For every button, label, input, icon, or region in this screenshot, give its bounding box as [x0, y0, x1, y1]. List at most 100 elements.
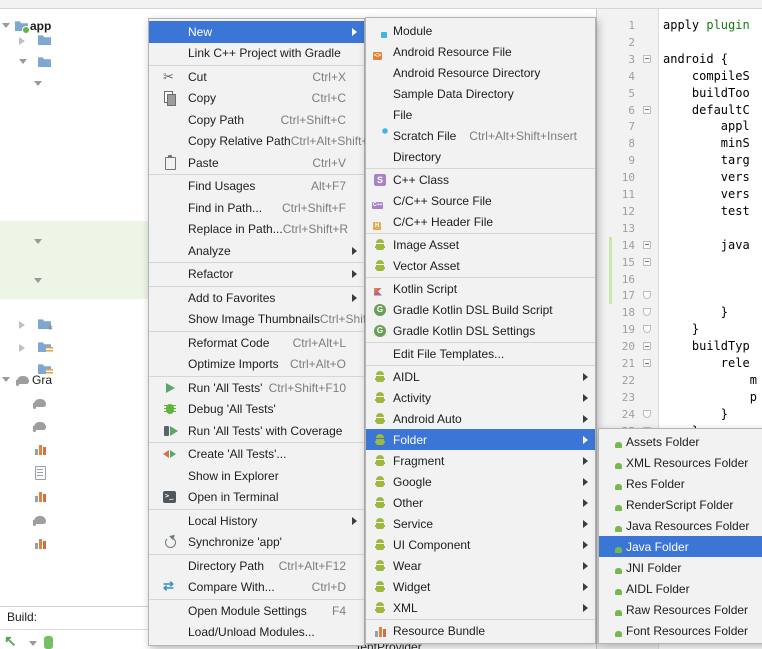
menu-item-renderscript-folder[interactable]: RenderScript Folder — [599, 494, 762, 515]
menu-item-edit-file-templates[interactable]: Edit File Templates... — [366, 343, 595, 364]
menu-item-resource-bundle[interactable]: Resource Bundle — [366, 620, 595, 641]
menu-item-aidl-folder[interactable]: AIDL Folder — [599, 578, 762, 599]
menu-item-java-folder[interactable]: Java Folder — [599, 536, 762, 557]
menu-item-c-c-source-file[interactable]: C/C++ Source File — [366, 190, 595, 211]
menu-item-open-in-terminal[interactable]: Open in Terminal — [149, 487, 364, 509]
code-text: rele — [663, 356, 750, 370]
menu-item-link-c-project-with-gradle[interactable]: Link C++ Project with Gradle — [149, 43, 364, 65]
menu-item-copy-relative-path[interactable]: Copy Relative PathCtrl+Alt+Shift+C — [149, 131, 364, 153]
menu-item-new[interactable]: New — [149, 21, 364, 43]
tree-expander-icon[interactable] — [19, 37, 25, 45]
menu-item-gradle-kotlin-dsl-settings[interactable]: Gradle Kotlin DSL Settings — [366, 320, 595, 341]
tree-expander-icon[interactable] — [34, 239, 42, 244]
fold-marker-icon[interactable] — [643, 308, 651, 316]
menu-item-debug-all-tests[interactable]: Debug 'All Tests' — [149, 399, 364, 421]
menu-item-copy-path[interactable]: Copy PathCtrl+Shift+C — [149, 109, 364, 131]
tree-expander-icon[interactable] — [2, 23, 10, 28]
menu-item-copy[interactable]: CopyCtrl+C — [149, 88, 364, 110]
menu-item-widget[interactable]: Widget — [366, 576, 595, 597]
editor-line: 1apply plugin — [597, 17, 762, 34]
menu-item-compare-with[interactable]: Compare With...Ctrl+D — [149, 577, 364, 599]
menu-item-show-image-thumbnails[interactable]: Show Image ThumbnailsCtrl+Shift+T — [149, 309, 364, 331]
menu-item-google[interactable]: Google — [366, 471, 595, 492]
menu-item-icon-column — [606, 560, 621, 576]
menu-item-load-unload-modules[interactable]: Load/Unload Modules... — [149, 622, 364, 644]
menu-item-gradle-kotlin-dsl-build-script[interactable]: Gradle Kotlin DSL Build Script — [366, 299, 595, 320]
fold-marker-icon[interactable] — [643, 291, 651, 299]
fold-marker-icon[interactable] — [643, 342, 651, 350]
menu-item-icon-column — [372, 44, 388, 60]
build-expander-icon[interactable] — [29, 641, 37, 646]
tree-item-label[interactable]: Gra — [32, 373, 52, 387]
menu-item-fragment[interactable]: Fragment — [366, 450, 595, 471]
menu-item-create-all-tests[interactable]: Create 'All Tests'... — [149, 444, 364, 466]
menu-item-file[interactable]: File — [366, 104, 595, 125]
tree-item-label[interactable]: app — [30, 19, 51, 33]
menu-item-sample-data-directory[interactable]: Sample Data Directory — [366, 83, 595, 104]
tree-expander-icon[interactable] — [19, 344, 25, 352]
fold-marker-icon[interactable] — [643, 55, 651, 63]
menu-item-c-c-header-file[interactable]: C/C++ Header File — [366, 211, 595, 232]
menu-item-font-resources-folder[interactable]: Font Resources Folder — [599, 620, 762, 641]
menu-item-optimize-imports[interactable]: Optimize ImportsCtrl+Alt+O — [149, 354, 364, 376]
menu-item-icon-column — [372, 214, 388, 230]
menu-item-res-folder[interactable]: Res Folder — [599, 473, 762, 494]
menu-item-add-to-favorites[interactable]: Add to Favorites — [149, 287, 364, 309]
tree-expander-icon[interactable] — [34, 278, 42, 283]
fold-marker-icon[interactable] — [643, 359, 651, 367]
tree-expander-icon[interactable] — [2, 377, 10, 382]
menu-item-label: Open in Terminal — [188, 490, 279, 504]
menu-item-open-module-settings[interactable]: Open Module SettingsF4 — [149, 600, 364, 622]
menu-item-android-resource-directory[interactable]: Android Resource Directory — [366, 62, 595, 83]
menu-item-label: Synchronize 'app' — [188, 535, 282, 549]
menu-item-assets-folder[interactable]: Assets Folder — [599, 431, 762, 452]
menu-item-directory[interactable]: Directory — [366, 146, 595, 167]
menu-item-android-resource-file[interactable]: Android Resource File — [366, 41, 595, 62]
menu-item-run-all-tests-with-coverage[interactable]: Run 'All Tests' with Coverage — [149, 420, 364, 442]
tree-expander-icon[interactable] — [19, 59, 27, 64]
menu-item-vector-asset[interactable]: Vector Asset — [366, 255, 595, 276]
menu-item-paste[interactable]: PasteCtrl+V — [149, 152, 364, 174]
menu-item-replace-in-path[interactable]: Replace in Path...Ctrl+Shift+R — [149, 219, 364, 241]
menu-item-find-usages[interactable]: Find UsagesAlt+F7 — [149, 176, 364, 198]
menu-item-c-class[interactable]: C++ Class — [366, 169, 595, 190]
tree-expander-icon[interactable] — [19, 321, 25, 329]
menu-item-aidl[interactable]: AIDL — [366, 366, 595, 387]
fold-marker-icon[interactable] — [643, 325, 651, 333]
menu-item-run-all-tests[interactable]: Run 'All Tests'Ctrl+Shift+F10 — [149, 377, 364, 399]
menu-item-local-history[interactable]: Local History — [149, 510, 364, 532]
menu-item-reformat-code[interactable]: Reformat CodeCtrl+Alt+L — [149, 332, 364, 354]
menu-item-activity[interactable]: Activity — [366, 387, 595, 408]
fold-marker-icon[interactable] — [643, 241, 651, 249]
menu-item-service[interactable]: Service — [366, 513, 595, 534]
fold-marker-icon[interactable] — [643, 106, 651, 114]
menu-item-directory-path[interactable]: Directory PathCtrl+Alt+F12 — [149, 555, 364, 577]
menu-item-kotlin-script[interactable]: Kotlin Script — [366, 278, 595, 299]
fold-marker-icon[interactable] — [643, 258, 651, 266]
menu-item-android-auto[interactable]: Android Auto — [366, 408, 595, 429]
menu-item-module[interactable]: Module — [366, 20, 595, 41]
menu-item-jni-folder[interactable]: JNI Folder — [599, 557, 762, 578]
menu-item-folder[interactable]: Folder — [366, 429, 595, 450]
menu-item-ui-component[interactable]: UI Component — [366, 534, 595, 555]
menu-item-cut[interactable]: CutCtrl+X — [149, 66, 364, 88]
menu-item-refactor[interactable]: Refactor — [149, 264, 364, 286]
menu-item-xml[interactable]: XML — [366, 597, 595, 618]
menu-item-java-resources-folder[interactable]: Java Resources Folder — [599, 515, 762, 536]
menu-item-find-in-path[interactable]: Find in Path...Ctrl+Shift+F — [149, 197, 364, 219]
menu-item-scratch-file[interactable]: Scratch FileCtrl+Alt+Shift+Insert — [366, 125, 595, 146]
menu-item-wear[interactable]: Wear — [366, 555, 595, 576]
menu-item-icon-column — [372, 579, 388, 595]
menu-item-raw-resources-folder[interactable]: Raw Resources Folder — [599, 599, 762, 620]
tree-expander-icon[interactable] — [34, 81, 42, 86]
menu-item-image-asset[interactable]: Image Asset — [366, 234, 595, 255]
menu-item-label: Fragment — [393, 454, 444, 468]
menu-item-xml-resources-folder[interactable]: XML Resources Folder — [599, 452, 762, 473]
menu-item-synchronize-app[interactable]: Synchronize 'app' — [149, 532, 364, 554]
menu-item-shortcut: Ctrl+C — [312, 91, 352, 105]
menu-item-other[interactable]: Other — [366, 492, 595, 513]
build-hammer-icon[interactable] — [4, 633, 20, 649]
fold-marker-icon[interactable] — [643, 410, 651, 418]
menu-item-analyze[interactable]: Analyze — [149, 240, 364, 262]
menu-item-show-in-explorer[interactable]: Show in Explorer — [149, 465, 364, 487]
